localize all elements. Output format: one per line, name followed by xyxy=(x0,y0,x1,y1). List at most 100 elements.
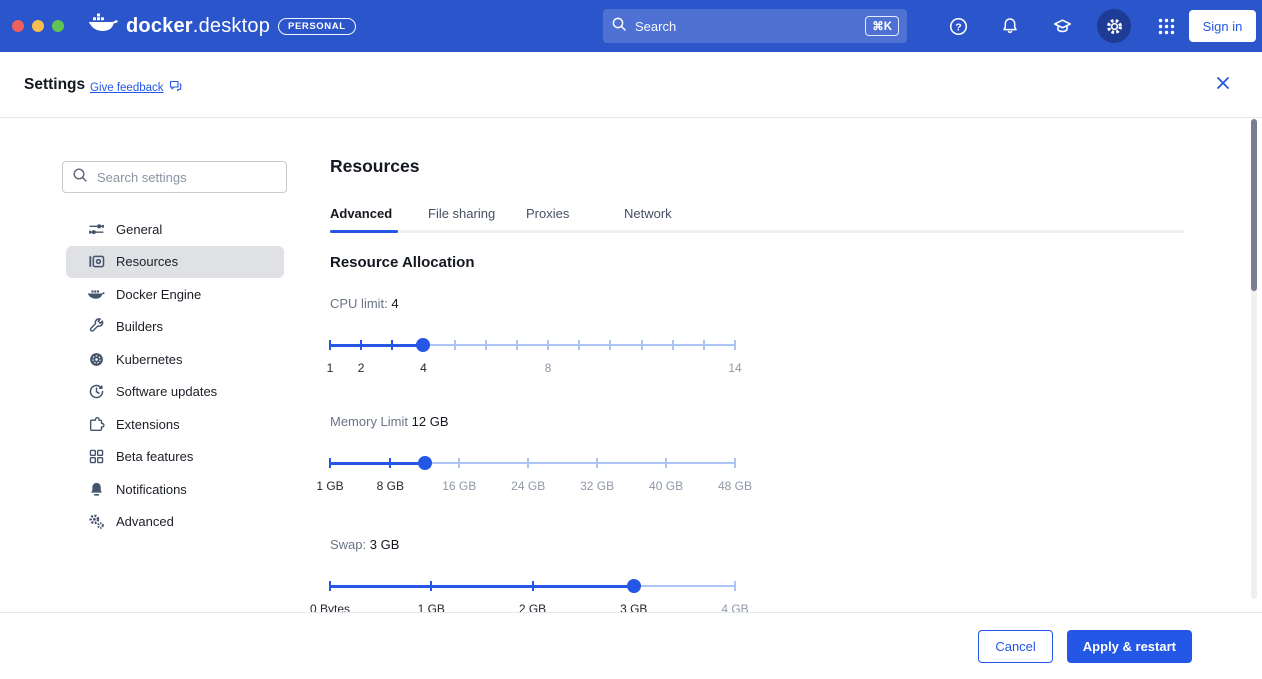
search-shortcut-badge: ⌘K xyxy=(865,16,899,36)
docker-desktop-logo: docker.desktop PERSONAL xyxy=(88,13,356,40)
close-window-button[interactable] xyxy=(12,20,24,32)
memory-limit-slider-block: Memory Limit 12 GB1 GB8 GB16 GB24 GB32 G… xyxy=(330,414,735,493)
scrollbar-track[interactable] xyxy=(1251,119,1257,599)
top-bar-icons: ? xyxy=(941,0,1183,52)
cpu-limit-tick-label: 2 xyxy=(358,361,365,375)
advanced-icon xyxy=(88,513,105,530)
global-search-input[interactable]: Search ⌘K xyxy=(603,9,907,43)
builders-icon xyxy=(88,318,105,335)
swap-slider[interactable] xyxy=(330,579,735,593)
resources-panel: Resources AdvancedFile sharingProxiesNet… xyxy=(330,118,1184,616)
sidebar-item-docker-engine[interactable]: Docker Engine xyxy=(66,278,284,311)
search-icon xyxy=(611,16,627,37)
cpu-limit-tick-labels: 124814 xyxy=(330,361,735,375)
sidebar-item-general[interactable]: General xyxy=(66,213,284,246)
memory-limit-tick-label: 40 GB xyxy=(649,479,683,493)
learning-center-icon[interactable] xyxy=(1045,9,1079,43)
sidebar-item-builders[interactable]: Builders xyxy=(66,311,284,344)
memory-limit-tick-label: 1 GB xyxy=(316,479,343,493)
settings-title: Settings xyxy=(24,76,85,94)
swap-value: 3 GB xyxy=(370,537,400,552)
cpu-limit-tick xyxy=(547,340,549,350)
settings-search-input[interactable]: Search settings xyxy=(62,161,287,193)
cpu-limit-tick xyxy=(734,340,736,350)
swap-tick xyxy=(329,581,331,591)
sidebar-item-label: Resources xyxy=(116,254,178,269)
memory-limit-tick-labels: 1 GB8 GB16 GB24 GB32 GB40 GB48 GB xyxy=(330,479,735,493)
tab-file-sharing[interactable]: File sharing xyxy=(428,200,496,230)
minimize-window-button[interactable] xyxy=(32,20,44,32)
cpu-limit-tick-label: 8 xyxy=(545,361,552,375)
scrollbar-thumb[interactable] xyxy=(1251,119,1257,291)
sidebar-item-label: General xyxy=(116,222,162,237)
memory-limit-tick xyxy=(329,458,331,468)
kubernetes-icon xyxy=(88,351,105,368)
cancel-button[interactable]: Cancel xyxy=(978,630,1052,663)
sidebar-item-resources[interactable]: Resources xyxy=(66,246,284,279)
plan-badge: PERSONAL xyxy=(278,18,356,35)
tab-proxies[interactable]: Proxies xyxy=(526,200,594,230)
cpu-limit-slider[interactable] xyxy=(330,338,735,352)
extensions-icon xyxy=(88,416,105,433)
sidebar-item-label: Advanced xyxy=(116,514,174,529)
cpu-limit-tick xyxy=(454,340,456,350)
section-title: Resource Allocation xyxy=(330,254,1184,271)
help-icon[interactable]: ? xyxy=(941,9,975,43)
close-settings-icon[interactable] xyxy=(1214,74,1234,94)
search-icon xyxy=(72,167,88,188)
cpu-limit-tick xyxy=(609,340,611,350)
sign-in-button[interactable]: Sign in xyxy=(1189,10,1256,42)
beta-features-icon xyxy=(88,448,105,465)
sidebar-item-software-updates[interactable]: Software updates xyxy=(66,376,284,409)
memory-limit-slider[interactable] xyxy=(330,456,735,470)
apps-grid-icon[interactable] xyxy=(1149,9,1183,43)
cpu-limit-tick xyxy=(485,340,487,350)
memory-limit-tick-label: 48 GB xyxy=(718,479,752,493)
cpu-limit-tick xyxy=(391,340,393,350)
sidebar-item-label: Extensions xyxy=(116,417,180,432)
tab-advanced[interactable]: Advanced xyxy=(330,200,398,230)
general-icon xyxy=(88,221,105,238)
memory-limit-tick-label: 24 GB xyxy=(511,479,545,493)
sidebar-item-kubernetes[interactable]: Kubernetes xyxy=(66,343,284,376)
docker-whale-icon xyxy=(88,13,118,40)
software-updates-icon xyxy=(88,383,105,400)
memory-limit-slider-thumb[interactable] xyxy=(418,456,432,470)
sidebar-item-beta-features[interactable]: Beta features xyxy=(66,441,284,474)
sidebar-item-label: Kubernetes xyxy=(116,352,183,367)
sliders-area: CPU limit: 4124814Memory Limit 12 GB1 GB… xyxy=(330,296,1184,616)
cpu-limit-tick xyxy=(578,340,580,350)
tab-network[interactable]: Network xyxy=(624,200,692,230)
memory-limit-tick xyxy=(458,458,460,468)
cpu-limit-tick-label: 14 xyxy=(728,361,741,375)
swap-tick xyxy=(734,581,736,591)
swap-slider-thumb[interactable] xyxy=(627,579,641,593)
brand-name: docker.desktop xyxy=(126,15,270,38)
notifications-bell-icon[interactable] xyxy=(993,9,1027,43)
cpu-limit-tick xyxy=(672,340,674,350)
sidebar-item-extensions[interactable]: Extensions xyxy=(66,408,284,441)
apply-restart-button[interactable]: Apply & restart xyxy=(1067,630,1192,663)
memory-limit-tick xyxy=(389,458,391,468)
cpu-limit-tick xyxy=(641,340,643,350)
sidebar-item-label: Builders xyxy=(116,319,163,334)
zoom-window-button[interactable] xyxy=(52,20,64,32)
settings-header: Settings Give feedback xyxy=(0,52,1262,118)
notifications-icon xyxy=(88,481,105,498)
memory-limit-tick-label: 8 GB xyxy=(377,479,404,493)
memory-limit-tick xyxy=(665,458,667,468)
sidebar-item-notifications[interactable]: Notifications xyxy=(66,473,284,506)
resources-tabs: Advanced File sharing Proxies Network xyxy=(330,200,1184,233)
settings-sidebar: General Resources Docker Engine Builders Kub… xyxy=(66,213,284,538)
search-placeholder: Search xyxy=(635,19,865,34)
sidebar-item-advanced[interactable]: Advanced xyxy=(66,506,284,539)
swap-tick xyxy=(430,581,432,591)
cpu-limit-slider-thumb[interactable] xyxy=(416,338,430,352)
swap-label: Swap: 3 GB xyxy=(330,537,735,552)
settings-gear-icon[interactable] xyxy=(1097,9,1131,43)
memory-limit-tick xyxy=(527,458,529,468)
svg-text:?: ? xyxy=(955,21,961,33)
cpu-limit-tick-label: 1 xyxy=(327,361,334,375)
memory-limit-tick-label: 32 GB xyxy=(580,479,614,493)
give-feedback-link[interactable]: Give feedback xyxy=(90,80,182,95)
